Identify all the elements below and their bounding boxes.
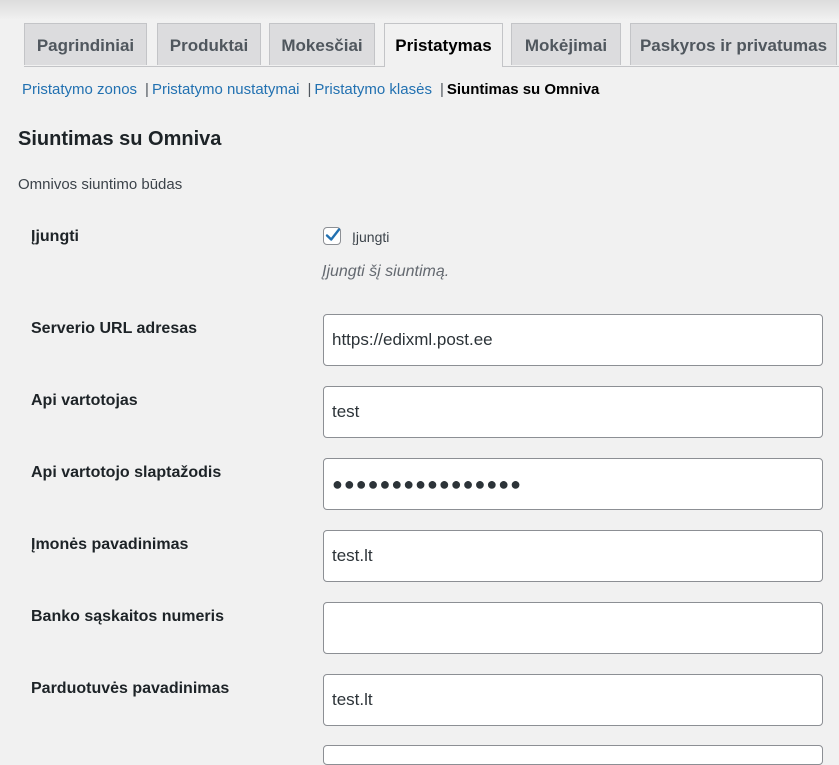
subnav-separator: | — [439, 81, 444, 98]
settings-tabs: Pagrindiniai Produktai Mokesčiai Pristat… — [24, 23, 839, 67]
subnav-separator: | — [145, 81, 149, 98]
tab-mokejimai[interactable]: Mokėjimai — [511, 23, 621, 65]
api-password-label: Api vartotojo slaptažodis — [31, 464, 222, 481]
tab-mokesciai[interactable]: Mokesčiai — [269, 23, 375, 65]
subnav-link-zonos[interactable]: Pristatymo zonos — [22, 81, 137, 98]
tab-produktai[interactable]: Produktai — [157, 23, 261, 65]
subnav-current-omniva: Siuntimas su Omniva — [446, 81, 600, 98]
tab-pristatymas[interactable]: Pristatymas — [384, 23, 503, 67]
api-user-input[interactable]: test — [323, 386, 823, 438]
tab-paskyros-ir-privatumas[interactable]: Paskyros ir privatumas — [630, 23, 837, 65]
subnav-link-nustatymai[interactable]: Pristatymo nustatymai — [152, 81, 300, 98]
tab-pagrindiniai[interactable]: Pagrindiniai — [24, 23, 147, 65]
enable-checkbox[interactable] — [323, 227, 341, 245]
shipping-subnav: Pristatymo zonos | Pristatymo nustatymai | P… — [22, 81, 599, 98]
checkmark-icon — [325, 228, 341, 241]
enable-label: Įjungti — [31, 228, 79, 245]
enable-checkbox-label[interactable]: Įjungti — [352, 229, 389, 245]
next-field-input[interactable] — [323, 745, 823, 765]
bank-account-label: Banko sąskaitos numeris — [31, 608, 224, 625]
enable-description: Įjungti šį siuntimą. — [322, 263, 450, 280]
shop-name-label: Parduotuvės pavadinimas — [31, 680, 230, 697]
server-url-input[interactable]: https://edixml.post.ee — [323, 314, 823, 366]
subnav-separator: | — [307, 81, 312, 98]
bank-account-input[interactable] — [323, 602, 823, 654]
company-name-input[interactable]: test.lt — [323, 530, 823, 582]
section-description: Omnivos siuntimo būdas — [18, 176, 183, 193]
subnav-link-klases[interactable]: Pristatymo klasės — [314, 81, 432, 98]
server-url-label: Serverio URL adresas — [31, 320, 198, 337]
section-title: Siuntimas su Omniva — [18, 128, 222, 150]
top-shade — [0, 0, 839, 20]
company-name-label: Įmonės pavadinimas — [31, 536, 189, 553]
api-user-label: Api vartotojas — [31, 392, 138, 409]
api-password-input[interactable]: ●●●●●●●●●●●●●●●● — [323, 458, 823, 510]
shop-name-input[interactable]: test.lt — [323, 674, 823, 726]
